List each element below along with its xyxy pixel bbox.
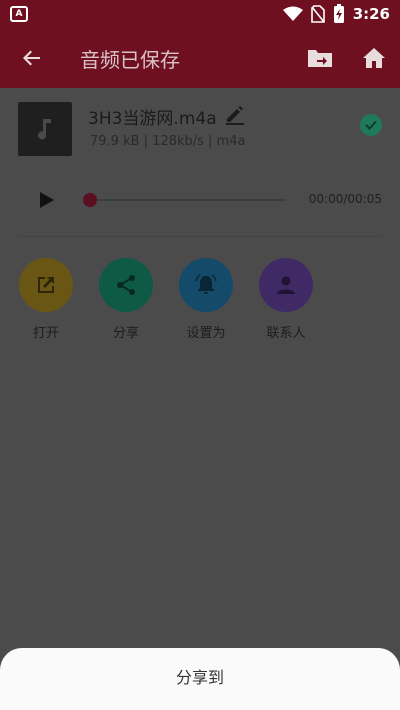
seek-track[interactable] (90, 199, 286, 201)
text-badge-icon: A (10, 6, 28, 22)
set-as-label: 设置为 (186, 326, 226, 341)
home-icon[interactable] (360, 44, 388, 72)
open-label: 打开 (32, 326, 59, 341)
status-right-group: 3:26 (282, 4, 390, 24)
file-info: 79.9 kB | 128kb/s | m4a (90, 134, 246, 149)
music-note-icon (38, 119, 51, 140)
status-bar: A 3:26 (0, 0, 400, 28)
set-as-button[interactable] (179, 258, 233, 312)
file-thumbnail (18, 102, 72, 156)
share-sheet-title: 分享到 (175, 668, 224, 687)
bell-icon (195, 274, 217, 294)
set-as-action[interactable]: 设置为 (176, 258, 236, 341)
pencil-icon[interactable] (224, 103, 246, 125)
contact-label: 联系人 (266, 326, 306, 341)
open-action[interactable]: 打开 (16, 258, 76, 341)
play-icon[interactable] (36, 190, 56, 210)
folder-move-icon[interactable] (306, 46, 334, 70)
share-button[interactable] (99, 258, 153, 312)
audio-player: 00:00/00:05 (0, 178, 400, 222)
share-label: 分享 (112, 326, 139, 341)
file-name: 3H3当游网.m4a (88, 109, 217, 129)
action-row: 打开 分享 设置为 联系人 (0, 258, 400, 348)
arrow-back-icon[interactable] (18, 44, 46, 72)
open-external-icon (38, 277, 54, 293)
file-row: 3H3当游网.m4a 79.9 kB | 128kb/s | m4a (0, 88, 400, 168)
share-sheet: 分享到 (0, 648, 400, 710)
divider (18, 236, 382, 237)
wifi-icon (282, 6, 303, 21)
toolbar: 音频已保存 (0, 28, 400, 88)
page-title: 音频已保存 (80, 48, 180, 72)
contact-action[interactable]: 联系人 (256, 258, 316, 341)
person-icon (277, 276, 295, 294)
share-action[interactable]: 分享 (96, 258, 156, 341)
no-sim-icon (310, 5, 325, 23)
share-icon (117, 275, 135, 295)
check-circle-icon (360, 114, 382, 136)
status-time: 3:26 (352, 5, 390, 23)
time-label: 00:00/00:05 (308, 192, 382, 206)
seek-thumb[interactable] (83, 193, 97, 207)
contact-button[interactable] (259, 258, 313, 312)
main-content: 3H3当游网.m4a 79.9 kB | 128kb/s | m4a 00:00… (0, 88, 400, 710)
open-button[interactable] (19, 258, 73, 312)
battery-charging-icon (333, 4, 344, 23)
